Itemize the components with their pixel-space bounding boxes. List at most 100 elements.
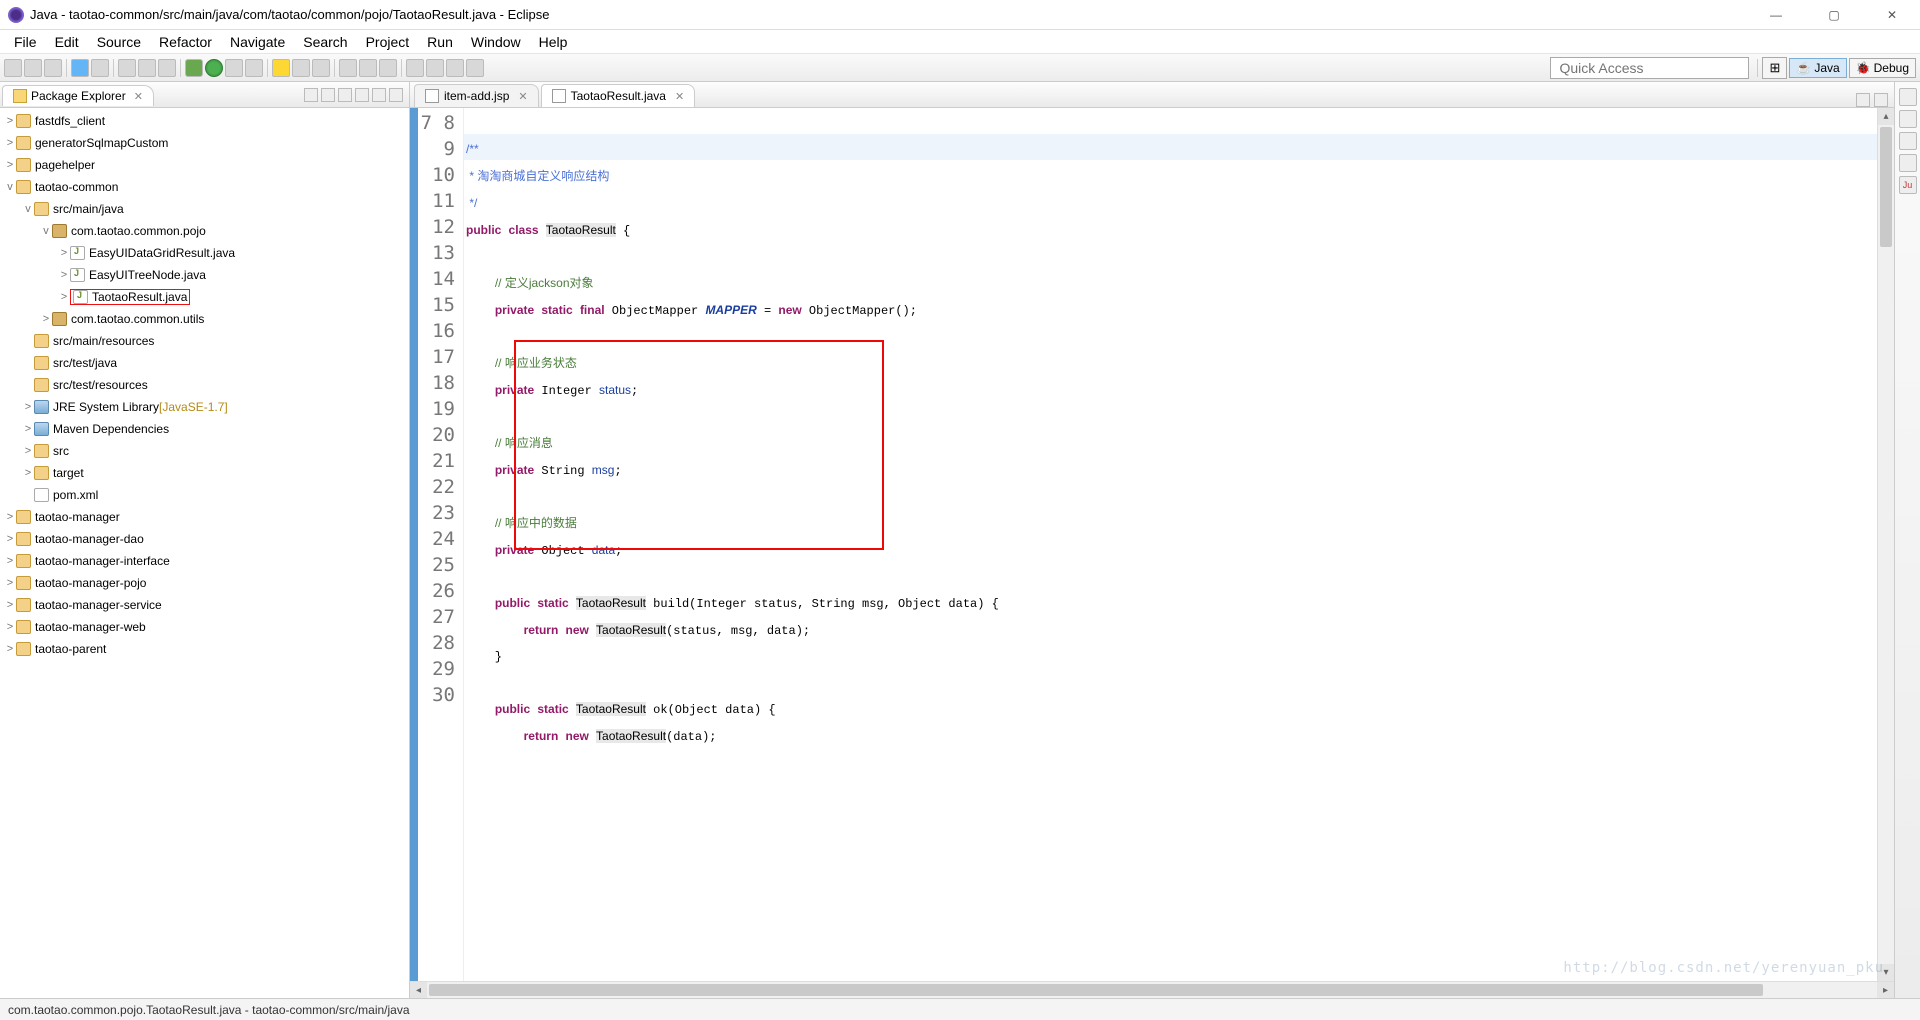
save-all-icon[interactable] [44,59,62,77]
outline-icon[interactable] [1899,88,1917,106]
forward-icon[interactable] [426,59,444,77]
tree-item[interactable]: pom.xml [0,484,409,506]
bookmark-icon[interactable] [1899,132,1917,150]
minimize-editor-icon[interactable] [1856,93,1870,107]
save-icon[interactable] [24,59,42,77]
java-perspective-button[interactable]: ☕ Java [1789,58,1846,78]
tree-twisty-icon[interactable]: > [22,445,34,457]
scroll-up-icon[interactable]: ▴ [1878,108,1894,125]
maximize-view-icon[interactable] [389,88,403,102]
tree-twisty-icon[interactable]: > [4,159,16,171]
menu-source[interactable]: Source [89,32,149,52]
tree-item[interactable]: src/main/resources [0,330,409,352]
close-tab-icon[interactable]: ✕ [675,90,684,103]
external-tools-icon[interactable] [245,59,263,77]
debug-bug-icon[interactable] [185,59,203,77]
search-icon[interactable] [138,59,156,77]
tree-item[interactable]: vcom.taotao.common.pojo [0,220,409,242]
tree-twisty-icon[interactable]: > [40,313,52,325]
tree-twisty-icon[interactable]: > [4,621,16,633]
menu-edit[interactable]: Edit [47,32,87,52]
maximize-editor-icon[interactable] [1874,93,1888,107]
menu-navigate[interactable]: Navigate [222,32,293,52]
tree-twisty-icon[interactable]: > [4,533,16,545]
tree-twisty-icon[interactable]: > [22,423,34,435]
tree-twisty-icon[interactable]: > [4,137,16,149]
tree-item[interactable]: vsrc/main/java [0,198,409,220]
tree-twisty-icon[interactable]: v [4,181,16,193]
tree-twisty-icon[interactable]: > [58,269,70,281]
tree-item[interactable]: >Maven Dependencies [0,418,409,440]
tree-twisty-icon[interactable]: > [4,599,16,611]
tree-item[interactable]: >pagehelper [0,154,409,176]
maximize-button[interactable]: ▢ [1814,8,1854,22]
run-icon[interactable] [205,59,223,77]
tree-item[interactable]: src/test/java [0,352,409,374]
pin-icon[interactable] [359,59,377,77]
tree-twisty-icon[interactable]: > [4,577,16,589]
code-editor[interactable]: /** * 淘淘商城自定义响应结构 */ public class Taotao… [464,108,1877,981]
tree-item[interactable]: >TaotaoResult.java [0,286,409,308]
new-interface-icon[interactable] [312,59,330,77]
minimize-view-icon[interactable] [372,88,386,102]
package-explorer-tab[interactable]: Package Explorer ✕ [2,85,154,106]
menu-file[interactable]: File [6,32,45,52]
tree-item[interactable]: >com.taotao.common.utils [0,308,409,330]
scroll-thumb[interactable] [1880,127,1892,247]
editor-tab[interactable]: TaotaoResult.java✕ [541,84,696,107]
horizontal-scrollbar[interactable]: ◂ ▸ [410,981,1894,998]
menu-refactor[interactable]: Refactor [151,32,220,52]
menu-window[interactable]: Window [463,32,529,52]
collapse-all-icon[interactable] [304,88,318,102]
close-icon[interactable]: ✕ [134,90,143,103]
annotation-icon[interactable] [158,59,176,77]
menu-run[interactable]: Run [419,32,461,52]
menu-help[interactable]: Help [531,32,576,52]
tree-twisty-icon[interactable]: > [4,555,16,567]
tree-item[interactable]: >EasyUIDataGridResult.java [0,242,409,264]
back-icon[interactable] [406,59,424,77]
tree-item[interactable]: >JRE System Library [JavaSE-1.7] [0,396,409,418]
open-type-icon[interactable] [118,59,136,77]
task-list-icon[interactable] [1899,110,1917,128]
wand-icon[interactable] [379,59,397,77]
new-class-icon[interactable] [292,59,310,77]
tree-twisty-icon[interactable]: > [22,467,34,479]
hscroll-thumb[interactable] [429,984,1763,996]
tree-twisty-icon[interactable]: > [4,511,16,523]
tree-item[interactable]: src/test/resources [0,374,409,396]
tree-twisty-icon[interactable]: > [4,643,16,655]
close-tab-icon[interactable]: ✕ [518,90,527,103]
link-editor-icon[interactable] [321,88,335,102]
build-icon[interactable] [91,59,109,77]
new-package-icon[interactable] [272,59,290,77]
project-tree[interactable]: >fastdfs_client>generatorSqlmapCustom>pa… [0,108,409,998]
tree-item[interactable]: >fastdfs_client [0,110,409,132]
view-menu-icon[interactable] [355,88,369,102]
tree-item[interactable]: >taotao-manager-pojo [0,572,409,594]
close-button[interactable]: ✕ [1872,8,1912,22]
junit-icon[interactable]: Ju [1899,176,1917,194]
open-perspective-icon[interactable]: ⊞ [1762,57,1787,79]
tree-item[interactable]: >taotao-manager-web [0,616,409,638]
tree-twisty-icon[interactable]: v [40,225,52,237]
quick-access-input[interactable] [1550,57,1749,79]
tree-item[interactable]: >taotao-manager [0,506,409,528]
tree-item[interactable]: >EasyUITreeNode.java [0,264,409,286]
tree-item[interactable]: >generatorSqlmapCustom [0,132,409,154]
filter-icon[interactable] [338,88,352,102]
scroll-left-icon[interactable]: ◂ [410,982,427,998]
tree-item[interactable]: >target [0,462,409,484]
open-task-icon[interactable] [339,59,357,77]
tree-item[interactable]: >taotao-parent [0,638,409,660]
tree-item[interactable]: >src [0,440,409,462]
last-edit-icon[interactable] [446,59,464,77]
scroll-right-icon[interactable]: ▸ [1877,982,1894,998]
tree-twisty-icon[interactable]: > [22,401,34,413]
tree-twisty-icon[interactable]: > [4,115,16,127]
search-view-icon[interactable] [1899,154,1917,172]
toggle-breadcrumb-icon[interactable] [71,59,89,77]
next-annotation-icon[interactable] [466,59,484,77]
minimize-button[interactable]: — [1756,8,1796,22]
new-icon[interactable] [4,59,22,77]
